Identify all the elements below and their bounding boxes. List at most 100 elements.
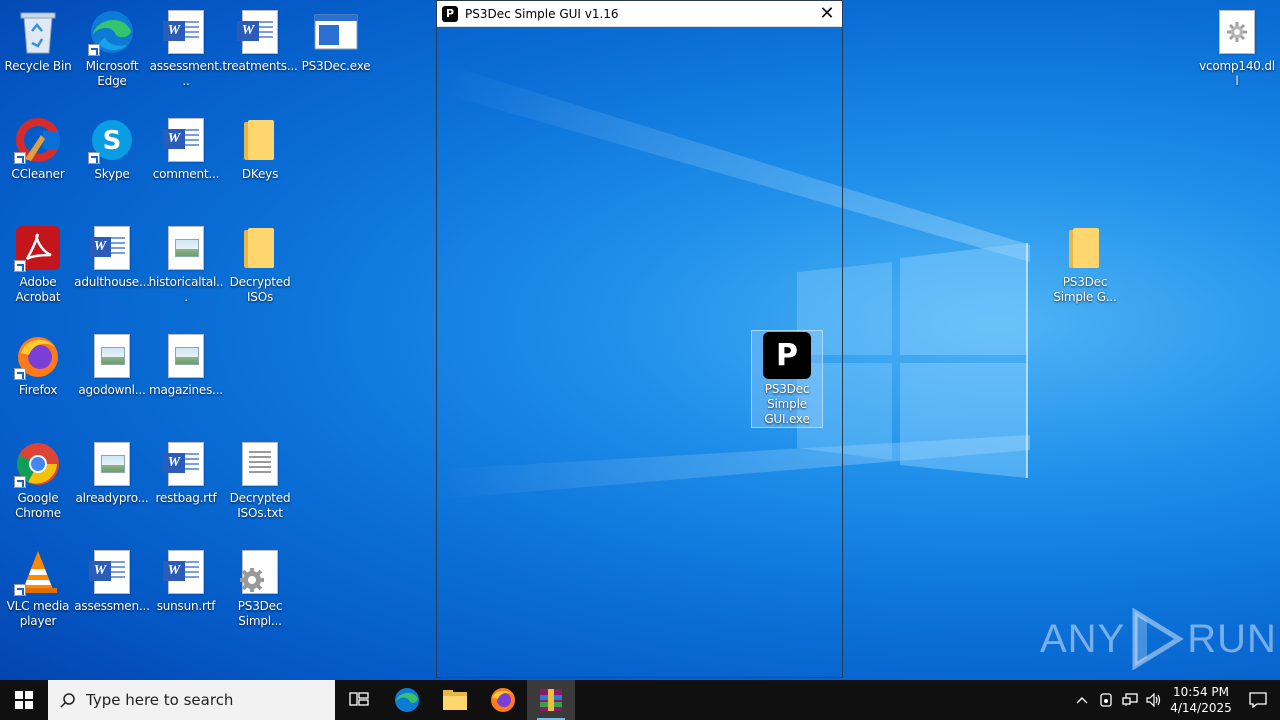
volume-icon[interactable]: [1142, 680, 1166, 720]
ccleaner-icon: [14, 116, 62, 164]
winrar-icon: [540, 689, 562, 711]
desktop-icon-dll-file[interactable]: vcomp140.dll: [1199, 8, 1275, 89]
svg-text:S: S: [103, 126, 122, 156]
notification-icon: [1249, 692, 1267, 708]
folder-icon: [236, 116, 284, 164]
desktop-icon-image-file[interactable]: alreadypro...: [74, 440, 150, 506]
anyrun-watermark: ANY RUN: [1040, 608, 1277, 670]
desktop-icon-word-file[interactable]: W restbag.rtf: [148, 440, 224, 506]
desktop-icon-image-file[interactable]: magazines...: [148, 332, 224, 398]
edge-icon: [88, 8, 136, 56]
desktop-icon-adobe-acrobat[interactable]: Adobe Acrobat: [0, 224, 76, 305]
word-document-icon: W: [236, 8, 284, 56]
desktop-icon-label: PS3Dec Simpl...: [237, 599, 283, 628]
taskbar-firefox-button[interactable]: [479, 680, 527, 720]
app-icon: P: [442, 5, 458, 22]
desktop-icon-skype[interactable]: S Skype: [74, 116, 150, 182]
desktop-icon-label: agodownl...: [78, 383, 146, 397]
window-title: PS3Dec Simple GUI v1.16: [465, 6, 619, 21]
system-tray: 10:54 PM 4/14/2025: [1070, 680, 1280, 720]
desktop-icon-firefox[interactable]: Firefox: [0, 332, 76, 398]
shortcut-arrow-icon: [88, 44, 100, 56]
window-client-area[interactable]: [437, 27, 842, 677]
ps3dec-gui-window[interactable]: P PS3Dec Simple GUI v1.16 ✕: [436, 0, 843, 678]
watermark-any: ANY: [1040, 616, 1126, 661]
window-titlebar[interactable]: P PS3Dec Simple GUI v1.16 ✕: [437, 1, 842, 27]
desktop-icon-label: CCleaner: [11, 167, 65, 181]
desktop-icon-label: comment...: [152, 167, 220, 181]
desktop-icon-ccleaner[interactable]: CCleaner: [0, 116, 76, 182]
desktop-icon-label: alreadypro...: [75, 491, 149, 505]
desktop-icon-image-file[interactable]: agodownl...: [74, 332, 150, 398]
desktop-icon-folder[interactable]: DKeys: [222, 116, 298, 182]
image-file-icon: [162, 224, 210, 272]
word-document-icon: W: [162, 440, 210, 488]
task-view-icon: [349, 692, 369, 706]
search-placeholder: Type here to search: [86, 691, 234, 709]
desktop-icon-label: Google Chrome: [15, 491, 61, 520]
search-icon: [60, 693, 75, 708]
chrome-icon: [14, 440, 62, 488]
taskbar-file-explorer-button[interactable]: [431, 680, 479, 720]
edge-icon: [395, 688, 419, 712]
shortcut-arrow-icon: [88, 152, 100, 164]
desktop-icon-label: Firefox: [18, 383, 58, 397]
desktop-icon-word-file[interactable]: W comment...: [148, 116, 224, 182]
image-file-icon: [88, 332, 136, 380]
word-document-icon: W: [162, 548, 210, 596]
shortcut-arrow-icon: [14, 476, 26, 488]
device-icon[interactable]: [1094, 680, 1118, 720]
desktop-icon-label: VLC media player: [6, 599, 70, 628]
desktop-icon-word-file[interactable]: W sunsun.rtf: [148, 548, 224, 614]
watermark-run: RUN: [1187, 616, 1277, 661]
task-view-button[interactable]: [335, 680, 383, 720]
desktop-icon-microsoft-edge[interactable]: Microsoft Edge: [74, 8, 150, 89]
windows-logo-icon: [15, 691, 33, 709]
close-button[interactable]: ✕: [812, 1, 842, 26]
desktop-icon-label: assessmen...: [74, 599, 150, 613]
taskbar-clock[interactable]: 10:54 PM 4/14/2025: [1166, 684, 1236, 716]
desktop-icon-label: Adobe Acrobat: [15, 275, 61, 304]
word-document-icon: W: [88, 548, 136, 596]
folder-icon: [236, 224, 284, 272]
clock-time: 10:54 PM: [1173, 685, 1229, 699]
desktop-icon-word-file[interactable]: W assessment...: [148, 8, 224, 89]
shortcut-arrow-icon: [14, 152, 26, 164]
desktop-icon-word-file[interactable]: W assessmen...: [74, 548, 150, 614]
action-center-button[interactable]: [1236, 680, 1280, 720]
clock-date: 4/14/2025: [1170, 701, 1232, 715]
play-triangle-icon: [1132, 608, 1185, 670]
desktop-icon-settings-file[interactable]: PS3Dec Simpl...: [222, 548, 298, 629]
desktop-icon-ps3dec-exe[interactable]: PS3Dec.exe: [298, 8, 374, 74]
desktop-icon-label: adulthouse...: [74, 275, 150, 289]
desktop-icon-label: restbag.rtf: [155, 491, 217, 505]
desktop-icon-label: Recycle Bin: [4, 59, 72, 73]
text-file-icon: [236, 440, 284, 488]
word-document-icon: W: [162, 116, 210, 164]
desktop-icon-folder[interactable]: PS3Dec Simple G...: [1047, 224, 1123, 305]
taskbar: Type here to search 10:54 PM 4/14/2025: [0, 680, 1280, 720]
desktop-icon-image-file[interactable]: historicaltal...: [148, 224, 224, 305]
word-document-icon: W: [88, 224, 136, 272]
start-button[interactable]: [0, 680, 48, 720]
desktop-icon-text-file[interactable]: Decrypted ISOs.txt: [222, 440, 298, 521]
desktop-icon-label: Decrypted ISOs.txt: [229, 491, 291, 520]
gear-file-icon: [236, 548, 284, 596]
dll-gear-icon: [1213, 8, 1261, 56]
taskbar-winrar-button[interactable]: [527, 680, 575, 720]
show-hidden-icons-chevron-icon[interactable]: [1070, 680, 1094, 720]
desktop-icon-folder[interactable]: Decrypted ISOs: [222, 224, 298, 305]
network-icon[interactable]: [1118, 680, 1142, 720]
desktop-icon-vlc[interactable]: VLC media player: [0, 548, 76, 629]
image-file-icon: [88, 440, 136, 488]
taskbar-search-box[interactable]: Type here to search: [48, 680, 335, 720]
desktop-icon-label: treatments...: [222, 59, 298, 73]
desktop-icon-label: Skype: [94, 167, 130, 181]
recycle-bin-icon: [14, 8, 62, 56]
desktop-icon-google-chrome[interactable]: Google Chrome: [0, 440, 76, 521]
desktop-icon-recycle-bin[interactable]: Recycle Bin: [0, 8, 76, 74]
desktop-icon-word-file[interactable]: W treatments...: [222, 8, 298, 74]
desktop-icon-word-file[interactable]: W adulthouse...: [74, 224, 150, 290]
folder-icon: [1061, 224, 1109, 272]
taskbar-edge-button[interactable]: [383, 680, 431, 720]
